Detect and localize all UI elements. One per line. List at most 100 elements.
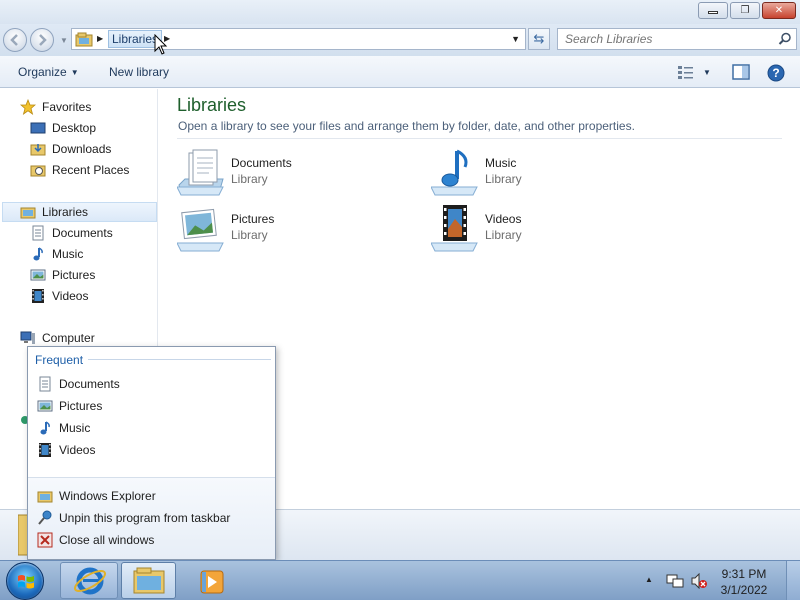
task-label: Close all windows: [59, 533, 155, 547]
nav-computer-label: Computer: [42, 331, 95, 345]
organize-button[interactable]: Organize ▼: [18, 65, 79, 79]
nav-item-music[interactable]: Music: [30, 244, 83, 264]
new-library-button[interactable]: New library: [109, 65, 169, 79]
desktop-icon: [30, 122, 46, 134]
recent-pages-dropdown[interactable]: ▼: [60, 36, 68, 45]
documents-library-icon: [177, 149, 224, 196]
restore-button[interactable]: ❐: [730, 2, 760, 19]
forward-button[interactable]: [30, 28, 54, 52]
jump-list: Frequent Documents Pictures Music Videos…: [27, 346, 276, 560]
jump-item-documents[interactable]: Documents: [37, 374, 120, 394]
nav-computer[interactable]: Computer: [20, 328, 95, 348]
taskbar-internet-explorer[interactable]: [60, 562, 118, 599]
nav-item-videos[interactable]: Videos: [30, 286, 88, 306]
search-icon[interactable]: [778, 32, 792, 46]
jump-item-pictures[interactable]: Pictures: [37, 396, 102, 416]
nav-item-recent-places[interactable]: Recent Places: [30, 160, 129, 180]
library-kind: Library: [485, 228, 522, 242]
library-music[interactable]: Music Library: [431, 149, 651, 197]
library-name: Music: [485, 156, 517, 170]
downloads-folder-icon: [30, 144, 46, 156]
close-icon: ✕: [774, 5, 784, 16]
help-icon[interactable]: ?: [767, 64, 785, 82]
refresh-button[interactable]: ⇆: [528, 28, 550, 50]
jump-item-music[interactable]: Music: [37, 418, 90, 438]
music-library-icon: [431, 149, 478, 196]
library-kind: Library: [231, 172, 268, 186]
nav-favorites-label: Favorites: [42, 100, 92, 114]
library-videos[interactable]: Videos Library: [431, 205, 651, 253]
mouse-cursor-icon: [154, 34, 168, 55]
library-name: Documents: [231, 156, 292, 170]
libraries-icon: [75, 32, 93, 47]
pictures-icon: [30, 269, 46, 281]
videos-icon: [39, 443, 51, 457]
task-windows-explorer[interactable]: Windows Explorer: [37, 486, 156, 506]
nav-item-label: Music: [52, 247, 84, 261]
library-pictures[interactable]: Pictures Library: [177, 205, 397, 253]
nav-item-label: Desktop: [52, 121, 97, 135]
close-windows-icon: [37, 532, 53, 548]
close-button[interactable]: ✕: [762, 2, 796, 19]
search-box[interactable]: [557, 28, 797, 50]
windows-logo-icon: [18, 575, 34, 589]
windows-explorer-icon: [133, 567, 165, 594]
clock-date: 3/1/2022: [720, 583, 768, 597]
nav-item-downloads[interactable]: Downloads: [30, 139, 111, 159]
star-icon: [20, 99, 36, 115]
show-desktop-button[interactable]: [786, 561, 800, 600]
back-button[interactable]: [3, 28, 27, 52]
documents-icon: [32, 225, 44, 241]
videos-icon: [32, 289, 44, 303]
divider: [88, 359, 271, 360]
svg-text:?: ?: [772, 66, 779, 80]
view-options-dropdown-icon[interactable]: ▼: [703, 68, 711, 77]
taskbar-media-player[interactable]: [180, 562, 236, 599]
music-icon: [40, 421, 50, 435]
task-unpin[interactable]: Unpin this program from taskbar: [37, 508, 230, 528]
navigation-bar: ▼ ▶ Libraries ▶ ▼ ⇆: [0, 24, 800, 56]
restore-icon: ❐: [740, 5, 750, 16]
internet-explorer-icon: [73, 567, 107, 595]
command-bar: Organize ▼ New library ▼ ?: [0, 56, 800, 88]
search-input[interactable]: [558, 29, 768, 49]
music-icon: [33, 247, 43, 261]
nav-libraries[interactable]: Libraries: [2, 202, 157, 222]
nav-item-label: Recent Places: [52, 163, 130, 177]
clock-time: 9:31 PM: [721, 567, 767, 581]
task-close-all[interactable]: Close all windows: [37, 530, 154, 550]
clock[interactable]: 9:31 PM 3/1/2022: [714, 566, 774, 598]
start-button[interactable]: [6, 562, 44, 600]
jump-item-label: Videos: [59, 443, 96, 457]
library-documents[interactable]: Documents Library: [177, 149, 397, 197]
computer-icon: [20, 331, 35, 344]
address-dropdown-icon[interactable]: ▼: [511, 34, 520, 44]
taskbar-windows-explorer[interactable]: [121, 562, 176, 599]
address-bar[interactable]: ▶ Libraries ▶ ▼: [71, 28, 526, 50]
documents-icon: [39, 376, 51, 392]
recent-places-icon: [30, 165, 46, 177]
library-kind: Library: [485, 172, 522, 186]
page-title: Libraries: [177, 95, 247, 115]
minimize-button[interactable]: [698, 2, 728, 19]
preview-pane-icon[interactable]: [732, 64, 750, 80]
nav-item-pictures[interactable]: Pictures: [30, 265, 95, 285]
jump-item-label: Pictures: [59, 399, 103, 413]
task-label: Unpin this program from taskbar: [59, 511, 231, 525]
nav-item-documents[interactable]: Documents: [30, 223, 113, 243]
show-hidden-icons-button[interactable]: ▲: [645, 575, 653, 584]
media-player-icon: [200, 570, 224, 594]
pictures-library-icon: [177, 208, 224, 252]
jump-item-videos[interactable]: Videos: [37, 440, 95, 460]
network-status-icon[interactable]: [666, 573, 684, 589]
chevron-down-icon: ▼: [70, 68, 79, 77]
volume-muted-icon[interactable]: [690, 573, 708, 589]
nav-favorites[interactable]: Favorites: [20, 97, 91, 117]
unpin-icon: [38, 510, 52, 525]
page-subtitle: Open a library to see your files and arr…: [178, 119, 635, 133]
breadcrumb-separator-icon[interactable]: ▶: [97, 34, 103, 43]
change-view-icon[interactable]: [677, 64, 695, 80]
nav-item-desktop[interactable]: Desktop: [30, 118, 96, 138]
organize-label: Organize: [18, 65, 67, 79]
window-controls: ❐ ✕: [698, 2, 796, 19]
